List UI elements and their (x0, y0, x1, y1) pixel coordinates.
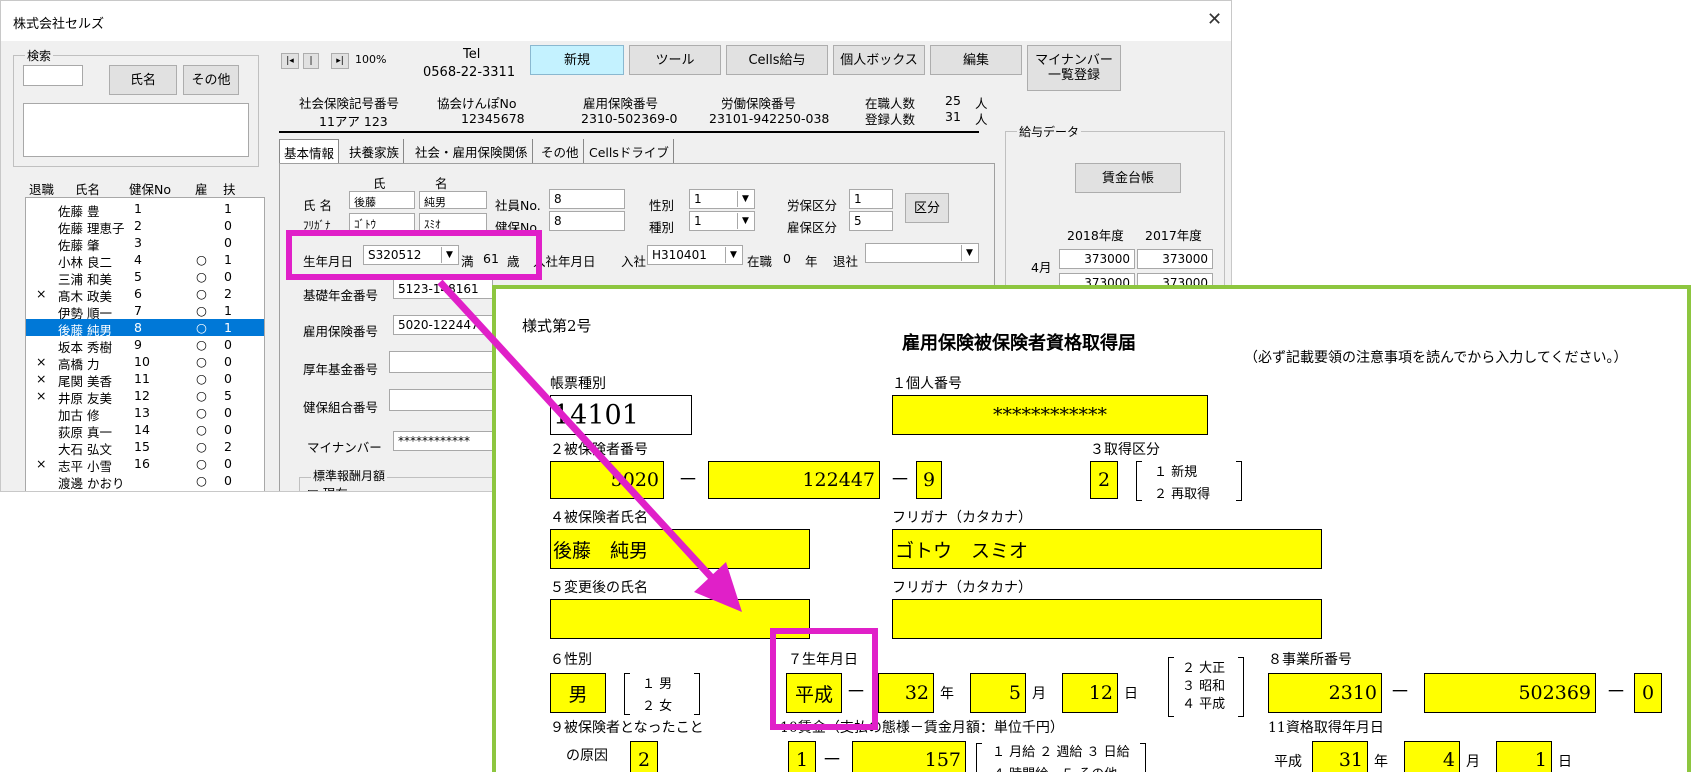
pointer-arrow (437, 279, 742, 612)
arrow-shaft (437, 279, 715, 581)
